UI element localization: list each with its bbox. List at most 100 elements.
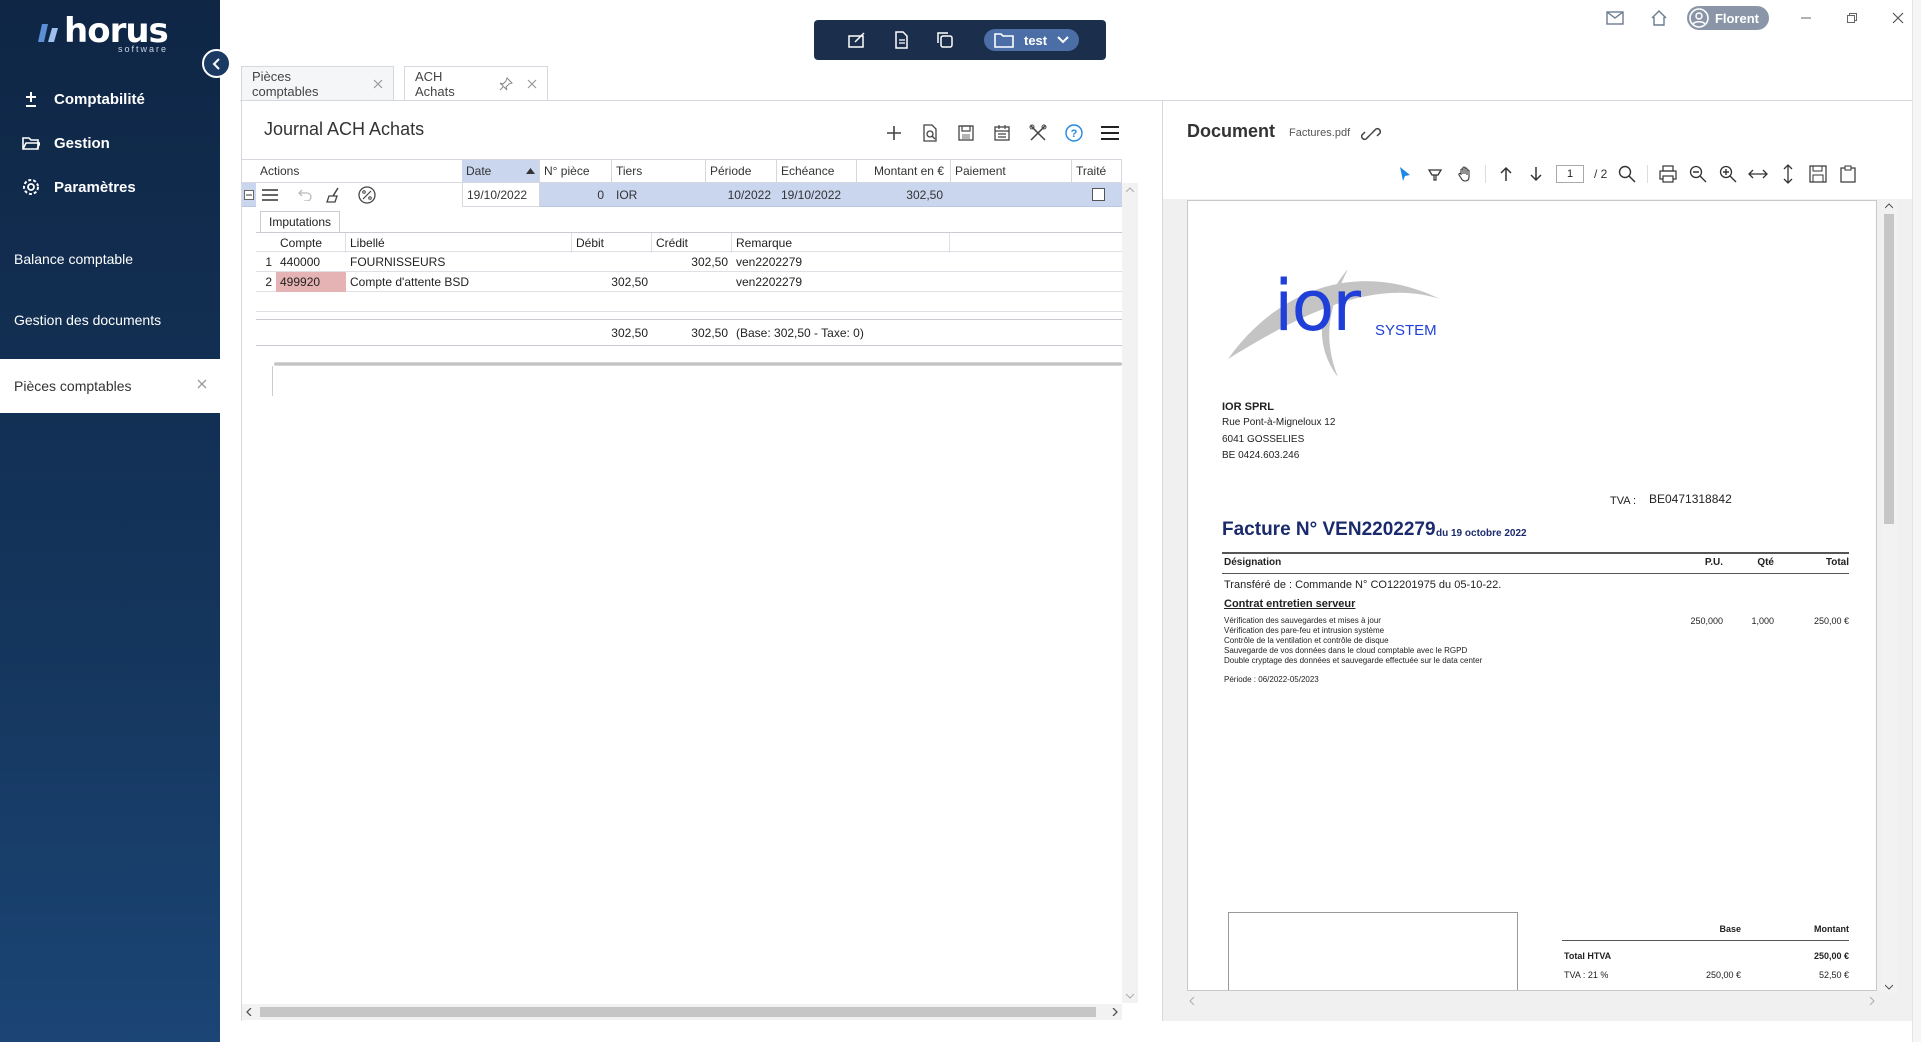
scroll-right-icon[interactable] (1112, 1008, 1118, 1016)
imp-col-remarque[interactable]: Remarque (732, 233, 950, 253)
broom-icon[interactable] (326, 187, 342, 203)
horus-logo[interactable]: horus software (38, 14, 169, 54)
imp-credit[interactable] (652, 272, 732, 292)
imp-credit[interactable]: 302,50 (652, 252, 732, 272)
search-document-button[interactable] (918, 121, 942, 145)
pan-tool-button[interactable] (1455, 164, 1475, 184)
nav-comptabilite[interactable]: Comptabilité (22, 90, 145, 108)
percent-icon[interactable] (358, 186, 376, 204)
nav-gestion-documents[interactable]: Gestion des documents (14, 312, 161, 328)
col-traite[interactable]: Traité (1072, 160, 1122, 182)
next-page-button[interactable] (1526, 164, 1546, 184)
scroll-right-icon[interactable] (1869, 997, 1875, 1005)
imp-compte[interactable]: 440000 (276, 252, 320, 272)
unlink-icon[interactable] (1361, 124, 1381, 144)
print-button[interactable] (1658, 164, 1678, 184)
close-icon[interactable] (373, 79, 383, 89)
imputations-tab[interactable]: Imputations (260, 211, 341, 233)
journal-row[interactable]: 19/10/2022 0 IOR 10/2022 19/10/2022 302,… (242, 183, 1122, 207)
col-piece[interactable]: N° pièce (540, 160, 612, 182)
imputation-row[interactable]: 1 440000 FOURNISSEURS 302,50 ven2202279 (256, 252, 1122, 272)
prev-page-button[interactable] (1496, 164, 1516, 184)
row-menu-icon[interactable] (262, 188, 278, 202)
search-button[interactable] (1617, 164, 1637, 184)
hscroll-thumb[interactable] (260, 1007, 1096, 1017)
document-button[interactable] (890, 29, 912, 51)
scroll-left-icon[interactable] (1189, 997, 1195, 1005)
close-icon[interactable] (196, 378, 208, 390)
scroll-down-icon[interactable] (1885, 984, 1893, 990)
col-echeance[interactable]: Echéance (777, 160, 857, 182)
imp-compte-invalid[interactable]: 499920 (276, 272, 346, 292)
tab-ach-achats[interactable]: ACH Achats (404, 66, 548, 101)
col-actions[interactable]: Actions (256, 160, 475, 182)
imp-libelle[interactable]: FOURNISSEURS (346, 252, 445, 272)
user-menu-button[interactable]: Florent (1686, 6, 1769, 30)
pin-icon[interactable] (499, 77, 513, 91)
save-pdf-button[interactable] (1808, 164, 1828, 184)
imp-debit[interactable] (572, 252, 652, 272)
imp-col-debit[interactable]: Débit (572, 233, 652, 253)
col-date[interactable]: Date (462, 160, 540, 182)
pdf-vertical-scrollbar[interactable] (1881, 200, 1897, 993)
imp-remarque[interactable]: ven2202279 (732, 252, 802, 272)
journal-vertical-scrollbar[interactable] (1122, 183, 1138, 1003)
pdf-horizontal-scrollbar[interactable] (1187, 994, 1877, 1008)
sidebar-collapse-button[interactable] (202, 49, 231, 78)
page-number-input[interactable]: 1 (1556, 165, 1584, 183)
zoom-in-button[interactable] (1718, 164, 1738, 184)
nav-gestion[interactable]: Gestion (22, 134, 110, 152)
imp-debit[interactable]: 302,50 (572, 272, 652, 292)
menu-button[interactable] (1098, 121, 1122, 145)
row-detail-splitter[interactable] (274, 362, 1122, 366)
fit-width-button[interactable] (1748, 164, 1769, 184)
copy-button[interactable] (934, 29, 956, 51)
scroll-up-icon[interactable] (1126, 187, 1134, 193)
traite-checkbox[interactable] (1092, 188, 1105, 201)
cell-date[interactable]: 19/10/2022 (462, 183, 540, 207)
close-icon[interactable] (527, 79, 537, 89)
nav-balance-comptable[interactable]: Balance comptable (14, 251, 133, 267)
calendar-button[interactable] (990, 121, 1014, 145)
save-button[interactable] (954, 121, 978, 145)
col-periode[interactable]: Période (706, 160, 777, 182)
minimize-button[interactable] (1783, 12, 1829, 24)
col-tiers[interactable]: Tiers (612, 160, 706, 182)
cell-tiers[interactable]: IOR (616, 183, 637, 207)
imp-col-credit[interactable]: Crédit (652, 233, 732, 253)
scroll-left-icon[interactable] (246, 1008, 252, 1016)
mail-button[interactable] (1593, 11, 1637, 25)
cell-periode[interactable]: 10/2022 (706, 183, 771, 207)
cell-piece[interactable]: 0 (540, 183, 604, 207)
imputation-row[interactable]: 2 499920 Compte d'attente BSD 302,50 ven… (256, 272, 1122, 292)
clipboard-button[interactable] (1838, 164, 1858, 184)
nav-parametres[interactable]: Paramètres (22, 178, 136, 196)
folder-select-button[interactable]: test (984, 29, 1080, 51)
fit-height-button[interactable] (1778, 164, 1798, 184)
imp-col-libelle[interactable]: Libellé (346, 233, 572, 253)
tab-pieces-comptables[interactable]: Pièces comptables (241, 66, 394, 100)
pdf-vscroll-thumb[interactable] (1884, 214, 1894, 524)
cell-echeance[interactable]: 19/10/2022 (781, 183, 841, 207)
journal-horizontal-scrollbar[interactable] (242, 1004, 1122, 1020)
col-montant[interactable]: Montant en € (857, 160, 951, 182)
imp-libelle[interactable]: Compte d'attente BSD (346, 272, 469, 292)
tools-button[interactable] (1026, 121, 1050, 145)
scroll-up-icon[interactable] (1885, 203, 1893, 209)
scroll-down-icon[interactable] (1126, 993, 1134, 999)
col-paiement[interactable]: Paiement (951, 160, 1072, 182)
imp-remarque[interactable]: ven2202279 (732, 272, 802, 292)
zoom-out-button[interactable] (1688, 164, 1708, 184)
restore-button[interactable] (1829, 12, 1875, 24)
undo-icon[interactable] (298, 189, 312, 201)
nav-pieces-comptables[interactable]: Pièces comptables (0, 359, 220, 413)
annotate-tool-button[interactable] (1425, 164, 1445, 184)
imputation-empty-row[interactable] (256, 292, 1122, 312)
imp-col-compte[interactable]: Compte (276, 233, 346, 253)
window-edge-scrollbar[interactable] (1912, 0, 1921, 1042)
select-tool-button[interactable] (1395, 164, 1415, 184)
home-button[interactable] (1637, 9, 1681, 27)
cell-montant[interactable]: 302,50 (857, 183, 943, 207)
add-button[interactable] (882, 121, 906, 145)
collapse-row-icon[interactable] (244, 190, 254, 200)
